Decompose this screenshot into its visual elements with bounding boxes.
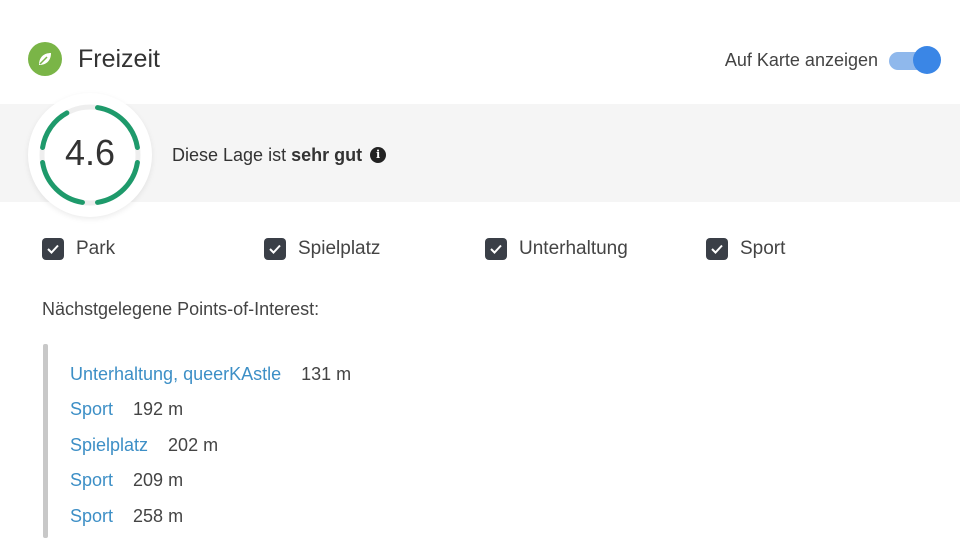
rating-text-bold: sehr gut — [291, 145, 363, 165]
poi-distance: 131 m — [301, 363, 352, 384]
rating-value: 4.6 — [64, 132, 116, 173]
section-header: Freizeit Auf Karte anzeigen — [0, 0, 960, 104]
show-on-map-toggle[interactable] — [889, 45, 941, 75]
checkbox-spielplatz[interactable] — [264, 238, 286, 260]
check-icon — [490, 244, 502, 254]
checkbox-sport[interactable] — [706, 238, 728, 260]
check-icon — [47, 244, 59, 254]
poi-item: Sport 192 m — [70, 392, 351, 428]
poi-link[interactable]: Sport — [70, 397, 113, 421]
poi-distance: 258 m — [133, 505, 184, 526]
rating-gauge: 4.6 — [28, 93, 152, 217]
poi-item: Unterhaltung, queerKAstle 131 m — [70, 356, 351, 392]
check-icon — [711, 244, 723, 254]
filter-label: Park — [76, 238, 116, 259]
poi-item: Sport 258 m — [70, 498, 351, 534]
poi-link[interactable]: Sport — [70, 468, 113, 492]
filter-spielplatz[interactable]: Spielplatz — [264, 236, 380, 262]
filter-label: Spielplatz — [298, 238, 381, 259]
freizeit-panel: Freizeit Auf Karte anzeigen 4.6 Diese La… — [0, 0, 960, 560]
poi-distance: 202 m — [168, 434, 219, 455]
toggle-knob — [913, 46, 941, 74]
poi-distance: 209 m — [133, 470, 184, 491]
poi-link[interactable]: Unterhaltung, queerKAstle — [70, 362, 281, 386]
poi-item: Sport 209 m — [70, 463, 351, 499]
filter-label: Sport — [740, 238, 786, 259]
poi-list: Unterhaltung, queerKAstle 131 m Sport 19… — [70, 356, 351, 534]
poi-heading: Nächstgelegene Points-of-Interest: — [42, 299, 320, 319]
poi-distance: 192 m — [133, 399, 184, 420]
filter-sport[interactable]: Sport — [706, 236, 785, 262]
filter-label: Unterhaltung — [519, 238, 628, 259]
section-title: Freizeit — [78, 45, 160, 73]
info-icon[interactable]: i — [370, 147, 387, 163]
filter-unterhaltung[interactable]: Unterhaltung — [485, 236, 628, 262]
checkbox-park[interactable] — [42, 238, 64, 260]
poi-list-bar — [43, 344, 48, 538]
poi-item: Spielplatz 202 m — [70, 427, 351, 463]
check-icon — [269, 244, 281, 254]
rating-text: Diese Lage ist — [172, 145, 287, 165]
filter-park[interactable]: Park — [42, 236, 115, 262]
poi-link[interactable]: Sport — [70, 504, 113, 528]
rating-description: Diese Lage ist sehr gut i — [172, 143, 387, 167]
map-toggle-label: Auf Karte anzeigen — [724, 50, 878, 70]
poi-link[interactable]: Spielplatz — [70, 433, 148, 457]
checkbox-unterhaltung[interactable] — [485, 238, 507, 260]
leaf-icon — [28, 42, 62, 76]
